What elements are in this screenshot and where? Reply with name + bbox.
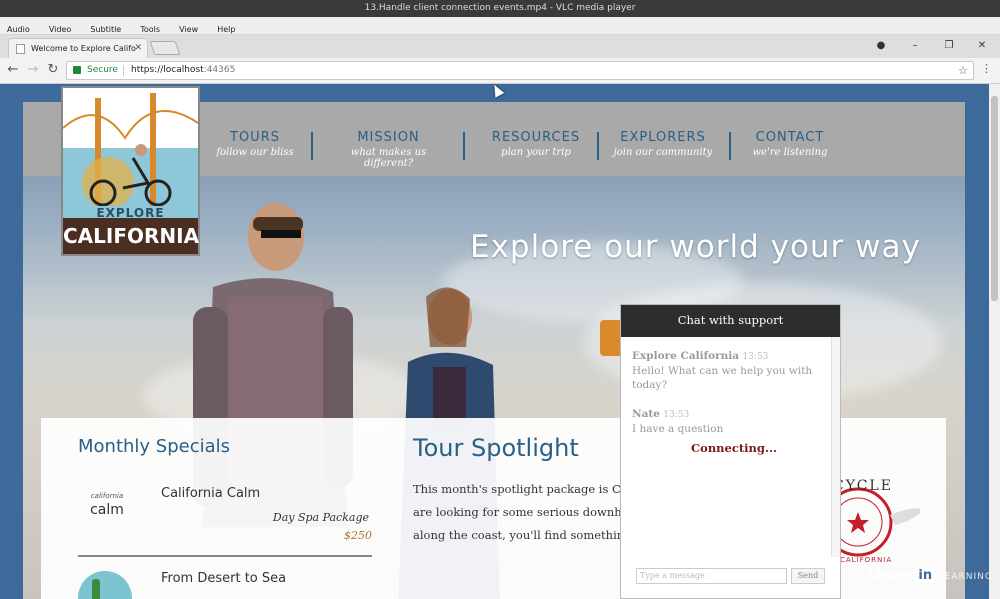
secure-label: Secure: [87, 65, 118, 75]
chat-widget: Chat with support Explore California 13:…: [620, 304, 841, 599]
minimize-button[interactable]: –: [900, 35, 930, 58]
close-tab-icon[interactable]: ✕: [134, 39, 142, 58]
watermark-learning: LEARNING: [938, 572, 993, 582]
nav-divider: [729, 132, 731, 160]
nav-explorers-sub: join our community: [613, 147, 713, 158]
back-icon[interactable]: ←: [4, 61, 22, 79]
message-text: Hello! What can we help you with today?: [632, 365, 813, 391]
site-logo[interactable]: EXPLORE CALIFORNIA: [61, 86, 200, 256]
chat-message: Nate 13:53 I have a question: [632, 407, 723, 436]
nav-contact[interactable]: CONTACT we're listening: [745, 130, 835, 158]
icon-small-text: california: [90, 492, 124, 500]
nav-tours[interactable]: TOURS follow our bliss: [215, 130, 295, 158]
spotlight-line: along the coast, you'll find something: [413, 528, 623, 542]
hero-title: Explore our world your way: [470, 229, 921, 265]
desert-to-sea-icon: [78, 569, 134, 599]
url-text: https://localhost:44365: [131, 65, 236, 75]
message-time: 13:53: [663, 410, 690, 420]
spotlight-line: This month's spotlight package is Cyc: [413, 482, 623, 496]
window-title: 13.Handle client connection events.mp4 -…: [0, 0, 1000, 17]
tour-spotlight-title: Tour Spotlight: [413, 434, 579, 462]
chat-scrollbar[interactable]: [831, 337, 840, 557]
nav-resources-title: RESOURCES: [491, 130, 581, 145]
tab-title: Welcome to Explore Califo: [31, 44, 136, 53]
special-price: $250: [344, 529, 372, 542]
badge-subtitle: CALIFORNIA: [840, 556, 893, 564]
spotlight-line: are looking for some serious downhil: [413, 505, 623, 519]
nav-resources[interactable]: RESOURCES plan your trip: [486, 130, 586, 158]
watermark-brand: Linked: [868, 568, 917, 583]
nav-tours-title: TOURS: [230, 130, 280, 145]
monthly-specials-title: Monthly Specials: [78, 436, 231, 457]
lock-icon: [73, 66, 81, 74]
connection-status: Connecting...: [691, 441, 777, 455]
special-name[interactable]: From Desert to Sea: [161, 571, 286, 586]
page-icon: [16, 44, 25, 54]
page-scrollbar[interactable]: [989, 84, 1000, 599]
nav-divider: [311, 132, 313, 160]
nav-mission-sub: what makes us different?: [350, 147, 427, 169]
maximize-button[interactable]: ❐: [934, 35, 964, 58]
message-author: Nate: [632, 408, 660, 420]
browser-tab[interactable]: Welcome to Explore Califo ✕: [8, 38, 148, 58]
linkedin-learning-watermark: Linked in LEARNING: [868, 568, 993, 583]
nav-mission-title: MISSION: [357, 130, 420, 145]
tab-bar: Welcome to Explore Califo ✕: [0, 35, 1000, 58]
special-name[interactable]: California Calm: [161, 486, 260, 501]
menu-bar: Audio Video Subtitle Tools View Help: [0, 17, 1000, 35]
nav-contact-title: CONTACT: [755, 130, 825, 145]
omnibox-divider: [123, 65, 124, 76]
nav-divider: [597, 132, 599, 160]
profile-icon[interactable]: ●: [866, 35, 896, 58]
message-time: 13:53: [742, 352, 769, 362]
close-window-button[interactable]: ✕: [967, 35, 997, 58]
watermark-in: in: [916, 568, 935, 583]
nav-resources-sub: plan your trip: [501, 147, 571, 158]
nav-mission[interactable]: MISSION what makes us different?: [326, 130, 451, 169]
specials-divider: [78, 555, 372, 557]
message-author: Explore California: [632, 350, 740, 362]
logo-text-explore: EXPLORE: [96, 206, 165, 220]
reload-icon[interactable]: ↻: [44, 61, 62, 79]
new-tab-button[interactable]: [149, 41, 181, 55]
nav-explorers[interactable]: EXPLORERS join our community: [613, 130, 713, 158]
nav-tours-sub: follow our bliss: [216, 147, 294, 158]
address-bar: ← → ↻ Secure https://localhost:44365 ☆: [0, 58, 1000, 84]
chat-send-button[interactable]: Send: [791, 568, 825, 584]
logo-text-california: CALIFORNIA: [63, 224, 200, 248]
nav-explorers-title: EXPLORERS: [620, 130, 706, 145]
menu-kebab-icon[interactable]: ⋮: [981, 62, 992, 75]
icon-main-text: calm: [90, 502, 124, 518]
forward-icon[interactable]: →: [24, 61, 42, 79]
nav-divider: [463, 132, 465, 160]
spotlight-text: This month's spotlight package is Cyc ar…: [413, 478, 623, 547]
bookmark-star-icon[interactable]: ☆: [958, 62, 968, 79]
special-package: Day Spa Package: [272, 511, 369, 524]
chat-messages: Explore California 13:53 Hello! What can…: [621, 337, 840, 557]
url-input[interactable]: Secure https://localhost:44365 ☆: [66, 61, 974, 80]
message-text: I have a question: [632, 423, 724, 435]
chat-message-input[interactable]: Type a message: [636, 568, 787, 584]
chat-header[interactable]: Chat with support: [621, 305, 840, 337]
badge-title: CYCLE: [833, 478, 893, 494]
scroll-thumb[interactable]: [991, 96, 998, 301]
california-calm-icon: california calm: [78, 490, 134, 528]
chat-message: Explore California 13:53 Hello! What can…: [632, 349, 827, 392]
nav-contact-sub: we're listening: [752, 147, 828, 158]
